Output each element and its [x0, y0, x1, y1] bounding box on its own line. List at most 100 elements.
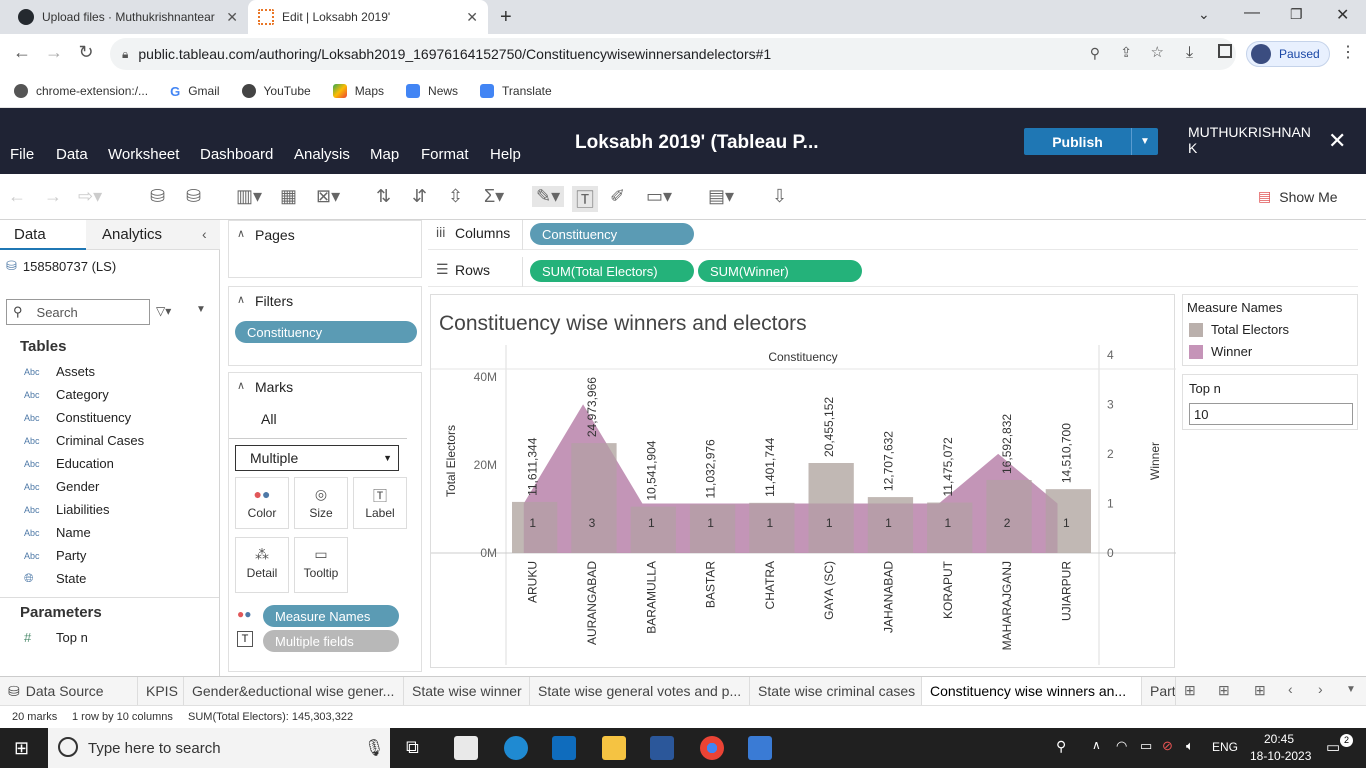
field-education[interactable]: Abc Education [24, 456, 114, 471]
tab-kpis[interactable]: KPIS [138, 677, 184, 706]
sort-descending-icon[interactable]: ⇳ [448, 186, 463, 207]
bookmark-news[interactable]: News [406, 83, 458, 98]
file-explorer-icon[interactable] [602, 736, 626, 760]
back-button[interactable]: ← [6, 42, 38, 63]
more-menu-icon[interactable]: ⋮ [1340, 42, 1356, 62]
url-bar[interactable]: 🔒︎ public.tableau.com/authoring/Loksabh2… [110, 38, 1236, 70]
new-story-icon[interactable]: ⊞ [1254, 682, 1266, 699]
highlight-icon[interactable]: ✎▾ [532, 186, 565, 207]
forward-button[interactable]: → [38, 42, 70, 63]
mute-icon[interactable]: ⊘ [1162, 738, 1173, 754]
new-dashboard-icon[interactable]: ⊞ [1218, 682, 1230, 699]
taskbar-search[interactable]: Type here to search 🎙︎ [48, 728, 390, 768]
tab-state-wise-criminal[interactable]: State wise criminal cases [750, 677, 922, 706]
tab-part[interactable]: Part [1142, 677, 1176, 706]
menu-format[interactable]: Format [421, 146, 469, 163]
new-datasource-icon[interactable]: ⛁ [150, 186, 165, 207]
bookmark-youtube[interactable]: YouTube [241, 83, 311, 98]
close-window-button[interactable]: ✕ [1336, 5, 1349, 25]
format-workbook-icon[interactable]: ✐ [610, 186, 625, 207]
pause-updates-icon[interactable]: ⛁ [186, 186, 201, 207]
windows-start-icon[interactable]: ⊞ [14, 738, 29, 759]
url-text[interactable]: public.tableau.com/authoring/Loksabh2019… [138, 46, 771, 62]
restore-button[interactable]: ❐ [1290, 6, 1303, 23]
swap-icon[interactable]: ⇅ [376, 186, 391, 207]
side-panel-icon[interactable] [1218, 44, 1232, 58]
mark-type-select[interactable]: Multiple ▼ [235, 445, 399, 471]
tab-analytics[interactable]: Analytics ‹ [86, 220, 220, 250]
close-tab-icon[interactable]: ✕ [226, 9, 238, 26]
presentation-icon[interactable]: ▤▾ [708, 186, 734, 207]
mark-pill-measure-names[interactable]: Measure Names [263, 605, 399, 627]
menu-dashboard[interactable]: Dashboard [200, 146, 273, 163]
battery-icon[interactable]: ▭ [1140, 738, 1152, 754]
bookmark-translate[interactable]: Translate [480, 83, 552, 98]
word-icon[interactable] [650, 736, 674, 760]
undo-icon[interactable]: ← [8, 186, 26, 207]
photos-icon[interactable] [748, 736, 772, 760]
collapse-icon[interactable]: ∧ [237, 227, 245, 240]
filter-pill-constituency[interactable]: Constituency [235, 321, 417, 343]
collapse-pane-icon[interactable]: ‹ [202, 226, 207, 242]
wifi-icon[interactable]: ◠ [1116, 738, 1127, 754]
legend-item-total-electors[interactable]: Total Electors [1189, 322, 1289, 337]
new-tab-button[interactable]: + [500, 6, 512, 29]
field-name[interactable]: Abc Name [24, 525, 91, 540]
chrome-icon[interactable] [700, 736, 724, 760]
menu-worksheet[interactable]: Worksheet [108, 146, 179, 163]
tab-state-wise-winner[interactable]: State wise winner [404, 677, 530, 706]
bookmark-star-icon[interactable]: ☆ [1151, 43, 1164, 61]
pane-menu-icon[interactable]: ▼ [196, 304, 206, 315]
tab-data-source[interactable]: ⛁ Data Source [0, 677, 138, 706]
bookmark-gmail[interactable]: G Gmail [170, 84, 219, 99]
field-constituency[interactable]: Abc Constituency [24, 410, 131, 425]
redo-icon[interactable]: → [44, 186, 62, 207]
bookmark-extension[interactable]: chrome-extension:/... [14, 83, 148, 98]
browser-tab-upload[interactable]: Upload files · Muthukrishnantear ✕ [8, 0, 248, 34]
rows-pill-winner[interactable]: SUM(Winner) [698, 260, 862, 282]
tab-gender-educational[interactable]: Gender&eductional wise gener... [184, 677, 404, 706]
field-party[interactable]: Abc Party [24, 548, 86, 563]
share-workbook-icon[interactable]: ⇩ [772, 186, 787, 207]
duplicate-sheet-icon[interactable]: ▦ [280, 186, 297, 207]
color-button[interactable]: ●● Color [235, 477, 289, 529]
columns-pill-constituency[interactable]: Constituency [530, 223, 694, 245]
marks-all-tab[interactable]: All [229, 403, 407, 439]
chevron-up-icon[interactable]: ∧ [1092, 738, 1101, 752]
collapse-icon[interactable]: ∧ [237, 293, 245, 306]
tooltip-button[interactable]: ▭ Tooltip [294, 537, 348, 593]
legend-item-winner[interactable]: Winner [1189, 344, 1252, 359]
field-state[interactable]: 🌐︎ State [24, 571, 86, 586]
mark-pill-multiple-fields[interactable]: Multiple fields [263, 630, 399, 652]
store-icon[interactable] [454, 736, 478, 760]
field-liabilities[interactable]: Abc Liabilities [24, 502, 109, 517]
profile-button[interactable]: Paused [1246, 41, 1330, 67]
microphone-icon[interactable]: 🎙︎ [364, 738, 384, 758]
menu-map[interactable]: Map [370, 146, 399, 163]
bookmark-maps[interactable]: Maps [332, 83, 384, 98]
new-worksheet-icon[interactable]: ▥▾ [236, 186, 262, 207]
mail-icon[interactable] [552, 736, 576, 760]
tab-search-icon[interactable]: ⌄ [1198, 6, 1210, 23]
edge-icon[interactable] [504, 736, 528, 760]
field-gender[interactable]: Abc Gender [24, 479, 99, 494]
chart[interactable]: Constituency wise winners and electors Co… [431, 295, 1176, 669]
close-editor-icon[interactable]: ✕ [1328, 128, 1346, 154]
tab-constituency-wise[interactable]: Constituency wise winners an... [922, 677, 1142, 706]
clock-date[interactable]: 18-10-2023 [1250, 749, 1311, 763]
tab-state-wise-votes[interactable]: State wise general votes and p... [530, 677, 750, 706]
people-icon[interactable]: ⚲ [1056, 738, 1066, 755]
field-category[interactable]: Abc Category [24, 387, 109, 402]
notification-icon[interactable]: ▭ [1326, 738, 1340, 756]
publish-dropdown-icon[interactable]: ▼ [1131, 128, 1158, 155]
parameter-input[interactable]: 10 [1189, 403, 1353, 425]
task-view-icon[interactable]: ⧉ [406, 737, 419, 758]
totals-icon[interactable]: Σ▾ [484, 186, 504, 207]
minimize-button[interactable]: — [1244, 4, 1260, 22]
field-assets[interactable]: Abc Assets [24, 364, 95, 379]
language-indicator[interactable]: ENG [1212, 740, 1238, 754]
detail-button[interactable]: ⁂ Detail [235, 537, 289, 593]
field-criminal-cases[interactable]: Abc Criminal Cases [24, 433, 144, 448]
scroll-left-icon[interactable]: ‹ [1288, 681, 1293, 697]
replay-icon[interactable]: ⇨▾ [78, 186, 102, 207]
